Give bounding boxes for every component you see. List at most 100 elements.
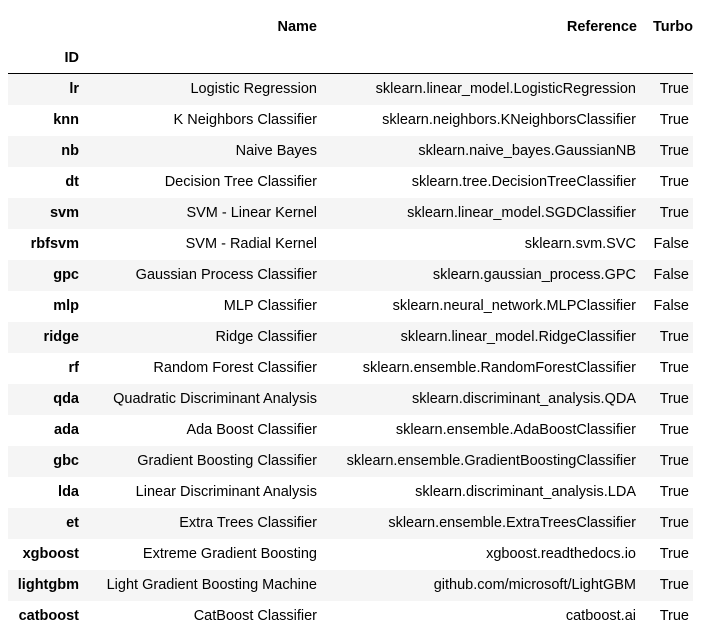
table-row: svm SVM - Linear Kernel sklearn.linear_mod… [8, 197, 693, 229]
row-reference: github.com/microsoft/LightGBM [433, 577, 636, 593]
row-name: Linear Discriminant Analysis [135, 484, 317, 500]
row-reference: sklearn.ensemble.RandomForestClassifier [362, 360, 636, 376]
dataframe-output: Name Reference Turbo ID lr Logistic Regre… [0, 0, 701, 638]
row-reference: sklearn.linear_model.LogisticRegression [375, 81, 636, 98]
row-reference: sklearn.discriminant_analysis.LDA [415, 484, 636, 500]
table-row: catboost CatBoost Classifier catboost.ai Tr… [8, 600, 693, 632]
row-turbo: True [659, 112, 689, 128]
row-id: gpc [53, 267, 79, 283]
row-reference: sklearn.svm.SVC [524, 236, 636, 252]
column-header-name: Name [277, 18, 318, 35]
row-id: catboost [18, 608, 79, 624]
row-id: dt [65, 174, 79, 190]
row-id: gbc [53, 453, 79, 469]
row-id: lda [58, 484, 79, 500]
table-row: lda Linear Discriminant Analysis sklearn.d… [8, 476, 693, 508]
row-reference: sklearn.neural_network.MLPClassifier [392, 298, 636, 314]
table-row: knn K Neighbors Classifier sklearn.neighbo… [8, 104, 693, 136]
index-header-blank [8, 11, 87, 42]
table-row: dt Decision Tree Classifier sklearn.tree.D… [8, 166, 693, 198]
row-name: Light Gradient Boosting Machine [106, 577, 317, 593]
row-turbo: True [659, 546, 689, 562]
row-id: qda [53, 391, 79, 407]
index-name-spacer [325, 42, 645, 74]
row-id: et [66, 515, 79, 531]
row-turbo: True [659, 453, 689, 469]
row-id: ada [54, 422, 79, 438]
row-turbo: True [659, 329, 689, 345]
row-name: Gradient Boosting Classifier [137, 453, 317, 469]
row-id: rbfsvm [30, 236, 79, 252]
row-turbo: True [659, 205, 689, 221]
models-table: Name Reference Turbo ID lr Logistic Regre… [8, 11, 693, 632]
row-name: K Neighbors Classifier [173, 112, 317, 128]
table-row: ada Ada Boost Classifier sklearn.ensemble.… [8, 414, 693, 446]
row-name: Quadratic Discriminant Analysis [113, 391, 317, 407]
index-name-row: ID [8, 42, 693, 74]
row-reference: xgboost.readthedocs.io [486, 546, 636, 562]
table-row: rf Random Forest Classifier sklearn.ensemb… [8, 352, 693, 384]
row-name: Ada Boost Classifier [186, 422, 317, 438]
row-turbo: True [659, 143, 689, 159]
row-id: lr [69, 81, 79, 98]
row-name: Extra Trees Classifier [179, 515, 317, 531]
row-reference: sklearn.linear_model.SGDClassifier [407, 205, 636, 221]
row-turbo: True [659, 577, 689, 593]
row-name: Naive Bayes [235, 143, 317, 159]
table-header: Name Reference Turbo ID [8, 11, 693, 74]
index-name-spacer [87, 42, 325, 74]
row-name: CatBoost Classifier [193, 608, 317, 624]
index-name-spacer [645, 42, 693, 74]
row-id: mlp [53, 298, 79, 314]
table-row: gbc Gradient Boosting Classifier sklearn.e… [8, 445, 693, 477]
table-row: lr Logistic Regression sklearn.linear_mode… [8, 73, 693, 105]
row-id: rf [68, 360, 79, 376]
row-reference: sklearn.ensemble.GradientBoostingClassif… [346, 453, 636, 469]
row-name: Gaussian Process Classifier [135, 267, 317, 283]
row-name: SVM - Radial Kernel [185, 236, 317, 252]
row-turbo: True [659, 391, 689, 407]
table-row: et Extra Trees Classifier sklearn.ensemble… [8, 507, 693, 539]
row-id: nb [61, 143, 79, 159]
row-id: svm [49, 205, 79, 221]
row-reference: sklearn.linear_model.RidgeClassifier [400, 329, 636, 345]
column-header-turbo: Turbo [653, 18, 693, 35]
row-name: Random Forest Classifier [153, 360, 317, 376]
row-id: lightgbm [17, 577, 79, 593]
table-row: xgboost Extreme Gradient Boosting xgboost.… [8, 538, 693, 570]
row-turbo: True [659, 422, 689, 438]
row-reference: sklearn.discriminant_analysis.QDA [411, 391, 636, 407]
row-name: Logistic Regression [190, 81, 317, 98]
row-turbo: True [659, 515, 689, 531]
row-id: knn [53, 112, 79, 128]
row-reference: sklearn.naive_bayes.GaussianNB [418, 143, 636, 159]
row-reference: sklearn.neighbors.KNeighborsClassifier [382, 112, 636, 128]
row-turbo: True [659, 608, 689, 624]
row-turbo: True [659, 81, 689, 98]
table-row: mlp MLP Classifier sklearn.neural_network.… [8, 290, 693, 322]
row-id: xgboost [22, 546, 79, 562]
column-header-row: Name Reference Turbo [8, 11, 694, 42]
row-reference: catboost.ai [565, 608, 636, 624]
row-reference: sklearn.ensemble.AdaBoostClassifier [395, 422, 636, 438]
index-name-header: ID [8, 42, 87, 74]
table-body: lr Logistic Regression sklearn.linear_mode… [8, 73, 693, 632]
row-turbo: True [659, 174, 689, 190]
row-reference: sklearn.ensemble.ExtraTreesClassifier [388, 515, 636, 531]
row-name: SVM - Linear Kernel [186, 205, 317, 221]
row-name: Ridge Classifier [215, 329, 317, 345]
table-row: rbfsvm SVM - Radial Kernel sklearn.svm.SVC… [8, 228, 693, 260]
table-row: gpc Gaussian Process Classifier sklearn.ga… [8, 259, 693, 291]
row-reference: sklearn.gaussian_process.GPC [432, 267, 636, 283]
column-header-reference: Reference [566, 18, 637, 35]
row-id: ridge [43, 329, 79, 345]
row-reference: sklearn.tree.DecisionTreeClassifier [411, 174, 636, 190]
row-turbo: True [659, 360, 689, 376]
table-row: lightgbm Light Gradient Boosting Machine g… [8, 569, 693, 601]
row-name: Decision Tree Classifier [164, 174, 317, 190]
table-row: qda Quadratic Discriminant Analysis sklear… [8, 383, 693, 415]
table-row: nb Naive Bayes sklearn.naive_bayes.Gaussia… [8, 135, 693, 167]
row-turbo: False [653, 267, 689, 283]
row-turbo: False [653, 236, 689, 252]
row-name: Extreme Gradient Boosting [142, 546, 317, 562]
